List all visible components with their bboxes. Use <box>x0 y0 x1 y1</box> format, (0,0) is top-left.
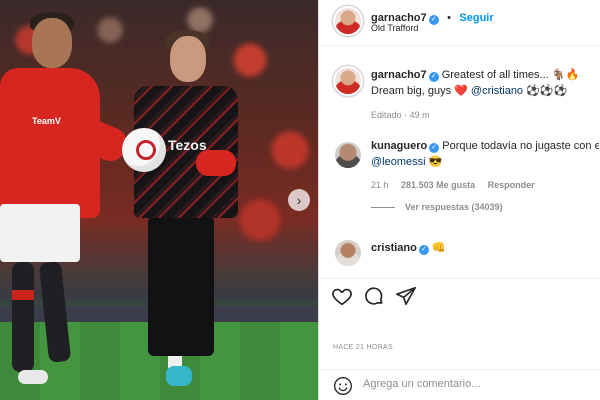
separator-dot: · <box>404 110 408 120</box>
comment-item: cristiano ✓ 👊 <box>371 240 446 256</box>
comment-line-2: @leomessi 😎 <box>371 154 599 170</box>
fist-emoji: 👊 <box>431 242 446 254</box>
player-left-leg <box>12 262 34 372</box>
smiley-icon[interactable] <box>333 376 353 396</box>
goat-fire-emoji: 🐐🔥 <box>551 69 580 81</box>
avatar[interactable] <box>333 66 363 96</box>
sunglasses-emoji: 😎 <box>428 156 443 168</box>
edited-label: Editado <box>371 110 402 120</box>
heart-emoji: ❤️ <box>454 85 468 97</box>
post-photo[interactable]: TeamV Tezos › <box>0 0 318 400</box>
verified-badge-icon: ✓ <box>418 245 429 255</box>
follow-button[interactable]: Seguir <box>459 12 493 24</box>
caption: garnacho7 ✓ Greatest of all times... 🐐🔥 D… <box>371 67 597 120</box>
post-location[interactable]: Old Trafford <box>371 23 418 33</box>
verified-badge-icon: ✓ <box>428 72 439 82</box>
player-right-arm <box>196 150 236 176</box>
caption-username[interactable]: garnacho7 <box>371 69 427 81</box>
comment-username[interactable]: cristiano <box>371 242 417 254</box>
mention-link[interactable]: @cristiano <box>471 85 523 97</box>
player-right-sponsor: Tezos <box>168 137 207 153</box>
chevron-right-icon[interactable]: › <box>288 189 310 211</box>
caption-text: Greatest of all times... <box>441 69 549 81</box>
avatar[interactable] <box>333 238 363 268</box>
mention-link[interactable]: @leomessi <box>371 156 426 168</box>
separator-dot: • <box>447 12 451 24</box>
divider <box>371 207 395 209</box>
caption-text: Dream big, guys <box>371 85 452 97</box>
comment-line-1: kunaguero ✓ Porque todavía no jugaste con… <box>371 138 599 154</box>
caption-meta: Editado · 49 m <box>371 110 597 120</box>
comment-text: Porque todavía no jugaste con e <box>442 140 599 152</box>
view-replies-row: Ver respuestas (34039) <box>371 202 599 212</box>
player-right-boot <box>166 366 192 386</box>
player-left-head <box>32 18 72 68</box>
caption-line-2: Dream big, guys ❤️ @cristiano ⚽⚽⚽ <box>371 83 597 99</box>
reply-button[interactable]: Responder <box>488 180 535 190</box>
comment-item: kunaguero ✓ Porque todavía no jugaste con… <box>371 138 599 212</box>
player-left-sock <box>12 290 34 300</box>
football <box>122 128 166 172</box>
comment-time[interactable]: 21 h <box>371 180 389 190</box>
player-left-boot <box>18 370 48 384</box>
player-right-pants <box>148 216 214 356</box>
comment-meta: 21 h 281.503 Me gusta Responder <box>371 180 599 190</box>
comment-bubble-icon[interactable] <box>363 285 385 307</box>
comment-likes[interactable]: 281.503 Me gusta <box>401 180 475 190</box>
verified-badge-icon: ✓ <box>429 143 440 153</box>
avatar[interactable] <box>333 6 363 36</box>
heart-outline-icon[interactable] <box>331 285 353 307</box>
add-comment-bar <box>319 369 600 400</box>
post-timestamp[interactable]: HACE 21 HORAS <box>333 344 393 351</box>
caption-line-1: garnacho7 ✓ Greatest of all times... 🐐🔥 <box>371 67 597 83</box>
player-left-sponsor: TeamV <box>32 116 61 126</box>
football-emoji: ⚽⚽⚽ <box>526 85 568 97</box>
player-left-shorts <box>0 204 80 262</box>
verified-badge-icon: ✓ <box>428 15 439 25</box>
action-bar <box>319 278 600 310</box>
post-side-panel: garnacho7 ✓ • Seguir Old Trafford garnach… <box>318 0 600 400</box>
comment-input[interactable] <box>363 378 593 390</box>
caption-time[interactable]: 49 m <box>410 110 430 120</box>
comment-username[interactable]: kunaguero <box>371 140 427 152</box>
paper-plane-icon[interactable] <box>395 285 417 307</box>
player-right-head <box>170 36 206 82</box>
avatar[interactable] <box>333 140 363 170</box>
post-header: garnacho7 ✓ • Seguir Old Trafford <box>319 0 600 46</box>
view-replies-button[interactable]: Ver respuestas (34039) <box>405 202 503 212</box>
